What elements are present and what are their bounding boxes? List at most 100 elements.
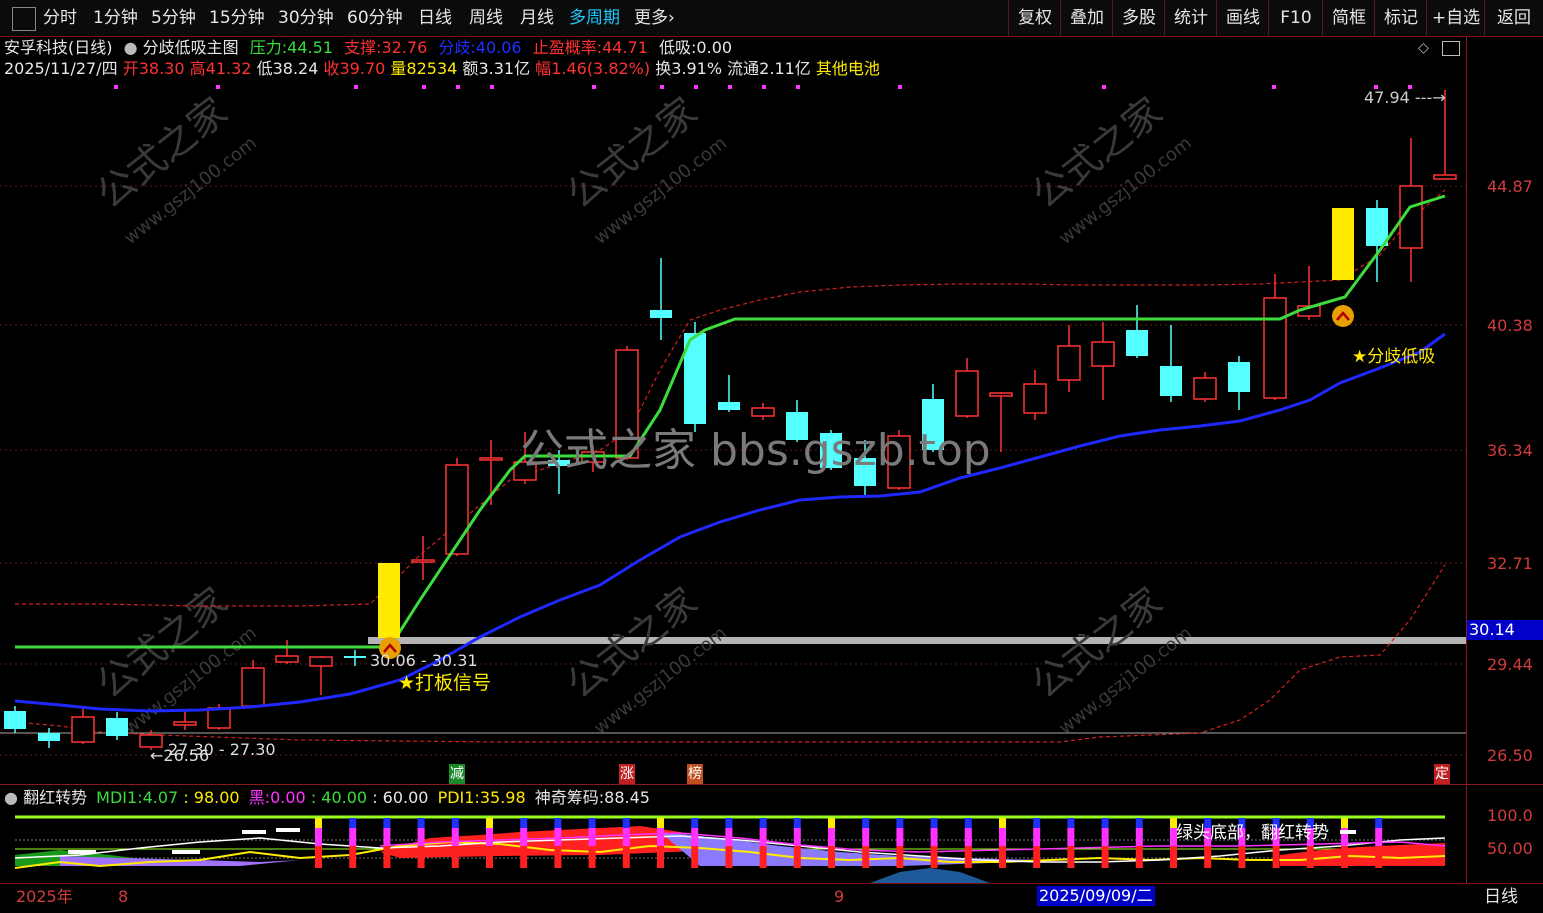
open-value: 38.30 bbox=[138, 59, 185, 78]
btn-stats[interactable]: 统计 bbox=[1164, 0, 1217, 36]
sub-bar bbox=[451, 828, 459, 846]
tab-monthly[interactable]: 月线 bbox=[520, 0, 554, 36]
stock-title[interactable]: 安孚科技(日线) bbox=[4, 38, 113, 57]
sub-bar bbox=[691, 818, 699, 828]
sub-bar bbox=[896, 828, 904, 846]
settings-circle-icon[interactable]: ● bbox=[124, 38, 138, 57]
wm-text: 公式之家 bbox=[88, 89, 235, 217]
low-mark-label: ←26.56 bbox=[150, 746, 209, 766]
top-toolbar: 分时 1分钟 5分钟 15分钟 30分钟 60分钟 日线 周线 月线 多周期 更… bbox=[0, 0, 1543, 37]
sub-bar bbox=[657, 828, 664, 846]
tab-30min[interactable]: 30分钟 bbox=[278, 0, 334, 36]
diverge-label: 分歧: bbox=[438, 38, 476, 57]
sub-bar bbox=[1067, 818, 1075, 828]
tab-fenshi[interactable]: 分时 bbox=[43, 0, 77, 36]
white-dash bbox=[68, 850, 96, 854]
diamond-icon[interactable]: ◇ bbox=[1418, 40, 1429, 56]
sub-bar bbox=[999, 818, 1006, 828]
event-marker[interactable]: 减 bbox=[449, 764, 465, 784]
indicator-name[interactable]: 分歧低吸主图 bbox=[143, 38, 239, 57]
sub-bar bbox=[657, 818, 664, 828]
sub-bar bbox=[417, 818, 425, 828]
tab-multi-period[interactable]: 多周期 bbox=[569, 0, 620, 36]
sub-settings-circle-icon[interactable]: ● bbox=[4, 788, 18, 807]
btn-fuquan[interactable]: 复权 bbox=[1008, 0, 1061, 36]
price-tick: 36.34 bbox=[1487, 441, 1533, 460]
sub-bar bbox=[691, 828, 699, 846]
month-label: 9 bbox=[834, 887, 845, 906]
turnover-label: 换 bbox=[655, 59, 672, 78]
pdi-label: PDI1: bbox=[437, 788, 480, 807]
candle-body bbox=[38, 733, 60, 741]
sub-note: 绿头底部，翻红转势 bbox=[1176, 823, 1329, 843]
tab-15min[interactable]: 15分钟 bbox=[209, 0, 265, 36]
sub-bar bbox=[622, 846, 630, 868]
mdi-label: MDI1: bbox=[96, 788, 143, 807]
sub-bar bbox=[930, 818, 938, 828]
black-label: 黑: bbox=[248, 788, 271, 807]
btn-multi-stock[interactable]: 多股 bbox=[1112, 0, 1165, 36]
candle-body bbox=[445, 464, 469, 555]
candle-body bbox=[1263, 297, 1287, 399]
tp-label: 止盈概率: bbox=[532, 38, 603, 57]
sub-bar bbox=[622, 828, 630, 846]
star-signal-left: ★打板信号 bbox=[398, 672, 492, 694]
sub-bar bbox=[1375, 828, 1383, 846]
event-marker[interactable]: 榜 bbox=[687, 764, 703, 784]
sub-bar bbox=[1375, 818, 1383, 828]
sub-bar bbox=[349, 818, 357, 828]
btn-back[interactable]: 返回 bbox=[1484, 0, 1543, 36]
sub-bar bbox=[1341, 818, 1348, 828]
v60: : 60.00 bbox=[372, 788, 429, 807]
sub-bar bbox=[1067, 846, 1075, 868]
btn-f10[interactable]: F10 bbox=[1268, 0, 1323, 36]
sector-link[interactable]: 其他电池 bbox=[816, 59, 880, 78]
sub-bar bbox=[383, 828, 391, 846]
sub-axis-tick: 50.00 bbox=[1487, 839, 1533, 858]
sub-bar bbox=[999, 828, 1006, 846]
sub-bar bbox=[964, 828, 972, 846]
tab-daily[interactable]: 日线 bbox=[418, 0, 452, 36]
candle-body bbox=[241, 667, 265, 707]
tab-5min[interactable]: 5分钟 bbox=[151, 0, 196, 36]
wm-text: 公式之家 bbox=[1023, 89, 1170, 217]
v98: : 98.00 bbox=[183, 788, 240, 807]
candle-body bbox=[989, 392, 1013, 397]
sub-bar bbox=[349, 828, 357, 846]
high-value: 41.32 bbox=[205, 59, 252, 78]
btn-add-watchlist[interactable]: +自选 bbox=[1426, 0, 1485, 36]
sub-bar bbox=[554, 828, 562, 846]
candle-body bbox=[344, 656, 366, 658]
event-marker[interactable]: 定 bbox=[1434, 764, 1450, 784]
sub-bar bbox=[725, 818, 733, 828]
sub-bar bbox=[1170, 846, 1177, 868]
btn-draw[interactable]: 画线 bbox=[1216, 0, 1269, 36]
btn-mark[interactable]: 标记 bbox=[1374, 0, 1427, 36]
price-tick: 29.44 bbox=[1487, 655, 1533, 674]
menu-box-icon[interactable] bbox=[12, 7, 36, 31]
candle-body bbox=[1126, 330, 1148, 356]
sub-bar bbox=[588, 846, 596, 868]
buy-badge-icon[interactable] bbox=[1332, 305, 1354, 327]
range-label-a: 30.06 - 30.31 bbox=[370, 651, 478, 670]
tab-60min[interactable]: 60分钟 bbox=[347, 0, 403, 36]
sub-bar bbox=[554, 846, 562, 868]
white-dash bbox=[276, 828, 300, 832]
btn-simple-frame[interactable]: 简框 bbox=[1322, 0, 1375, 36]
event-marker[interactable]: 涨 bbox=[619, 764, 635, 784]
sub-bar bbox=[964, 846, 972, 868]
black-value: 0.00 bbox=[270, 788, 306, 807]
tab-more[interactable]: 更多› bbox=[634, 0, 675, 36]
sub-title[interactable]: 翻红转势 bbox=[23, 788, 87, 807]
tab-weekly[interactable]: 周线 bbox=[469, 0, 503, 36]
btn-overlay[interactable]: 叠加 bbox=[1060, 0, 1113, 36]
year-label: 2025年 bbox=[16, 887, 73, 906]
range-label: 幅 bbox=[535, 59, 552, 78]
tab-1min[interactable]: 1分钟 bbox=[93, 0, 138, 36]
candle-body bbox=[1023, 383, 1047, 414]
period-button[interactable]: 日线 bbox=[1484, 887, 1518, 907]
blue-wedge bbox=[870, 868, 990, 883]
sub-bar bbox=[1204, 846, 1212, 868]
sub-bar bbox=[1067, 828, 1075, 846]
panel-toggle-icon[interactable] bbox=[1442, 41, 1460, 56]
